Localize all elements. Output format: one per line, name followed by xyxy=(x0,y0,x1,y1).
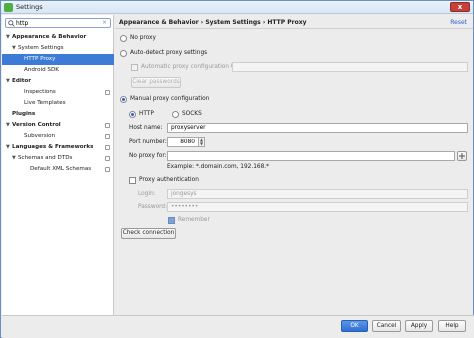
tree-item[interactable]: Plugins xyxy=(2,109,114,120)
android-studio-icon xyxy=(4,3,13,12)
tree-item[interactable]: ▼ Appearance & Behavior xyxy=(2,32,114,43)
tree-item-label: Subversion xyxy=(24,133,56,139)
password-label: Password: xyxy=(138,204,168,210)
no-proxy-for-label: No proxy for: xyxy=(129,153,167,159)
tree-item-label: Editor xyxy=(12,78,32,84)
port-number-field[interactable] xyxy=(167,137,199,147)
project-scope-icon xyxy=(105,90,110,95)
tree-item[interactable]: Default XML Schemas xyxy=(2,164,114,175)
dialog-footer: OK Cancel Apply Help xyxy=(2,316,474,338)
tree-item[interactable]: ▼ Schemas and DTDs xyxy=(2,153,114,164)
project-scope-icon xyxy=(105,134,110,139)
tree-item-label: Languages & Frameworks xyxy=(12,144,94,150)
remember-checkbox[interactable] xyxy=(168,217,175,224)
http-label: HTTP xyxy=(139,111,154,117)
tree-item[interactable]: Subversion xyxy=(2,131,114,142)
auto-config-url-checkbox[interactable] xyxy=(131,64,138,71)
header-divider xyxy=(115,28,473,29)
expand-field-icon[interactable] xyxy=(457,151,467,161)
title-bar: Settings x xyxy=(1,1,473,14)
close-button[interactable]: x xyxy=(450,2,470,12)
check-connection-button[interactable]: Check connection xyxy=(121,228,176,239)
reset-link[interactable]: Reset xyxy=(450,19,467,26)
tree-item-label: Plugins xyxy=(12,111,36,117)
project-scope-icon xyxy=(105,156,110,161)
auto-detect-label: Auto-detect proxy settings xyxy=(130,50,208,56)
search-field[interactable]: × xyxy=(5,18,111,28)
tree-item-label: Android SDK xyxy=(24,67,59,73)
tree-item-label: Version Control xyxy=(12,122,61,128)
tree-item[interactable]: ▼ Languages & Frameworks xyxy=(2,142,114,153)
breadcrumb: Appearance & Behavior › System Settings … xyxy=(119,19,307,26)
tree-item[interactable]: ▼ Editor xyxy=(2,76,114,87)
no-proxy-label: No proxy xyxy=(130,35,156,41)
help-button[interactable]: Help xyxy=(438,320,466,332)
cancel-button[interactable]: Cancel xyxy=(372,320,401,332)
tree-item-label: Inspections xyxy=(24,89,56,95)
tree-item-label: Live Templates xyxy=(24,100,66,106)
apply-button[interactable]: Apply xyxy=(405,320,433,332)
tree-item[interactable]: ▼ Version Control xyxy=(2,120,114,131)
auto-detect-radio[interactable] xyxy=(120,50,127,57)
search-input[interactable] xyxy=(16,19,100,27)
password-field[interactable] xyxy=(167,202,468,212)
search-icon xyxy=(8,20,15,27)
port-stepper-icon[interactable]: ▲ ▼ xyxy=(199,137,205,147)
proxy-auth-label: Proxy authentication xyxy=(139,177,199,183)
no-proxy-radio[interactable] xyxy=(120,35,127,42)
login-field[interactable] xyxy=(167,189,468,199)
tree-item[interactable]: Inspections xyxy=(2,87,114,98)
no-proxy-for-field[interactable] xyxy=(167,151,455,161)
project-scope-icon xyxy=(105,167,110,172)
settings-sidebar: × ▼Appearance & Behavior▼System Settings… xyxy=(2,15,114,315)
manual-proxy-radio[interactable] xyxy=(120,96,127,103)
tree-item-label: HTTP Proxy xyxy=(24,56,56,62)
proxy-auth-checkbox[interactable] xyxy=(129,177,136,184)
tree-item-label: System Settings xyxy=(18,45,64,51)
ok-button[interactable]: OK xyxy=(341,320,368,332)
tree-item[interactable]: HTTP Proxy xyxy=(2,54,114,65)
manual-proxy-label: Manual proxy configuration xyxy=(130,96,210,102)
host-name-label: Host name: xyxy=(129,125,163,131)
project-scope-icon xyxy=(105,123,110,128)
tree-item[interactable]: ▼ System Settings xyxy=(2,43,114,54)
window-title: Settings xyxy=(16,3,43,11)
settings-window: Settings x × ▼Appearance & Behavior▼Syst… xyxy=(0,0,474,338)
remember-label: Remember xyxy=(178,217,210,223)
tree-item[interactable]: Android SDK xyxy=(2,65,114,76)
tree-item-label: Appearance & Behavior xyxy=(12,34,87,40)
auto-config-url-field[interactable] xyxy=(232,62,468,72)
login-label: Login: xyxy=(138,191,156,197)
http-proxy-panel: Appearance & Behavior › System Settings … xyxy=(115,15,473,315)
socks-label: SOCKS xyxy=(182,111,202,117)
http-radio[interactable] xyxy=(129,111,136,118)
host-name-field[interactable] xyxy=(167,123,468,133)
auto-config-url-label: Automatic proxy configuration URL: xyxy=(141,64,245,70)
clear-search-icon[interactable]: × xyxy=(102,20,108,26)
socks-radio[interactable] xyxy=(172,111,179,118)
example-hint: Example: *.domain.com, 192.168.* xyxy=(167,164,270,170)
tree-item[interactable]: Live Templates xyxy=(2,98,114,109)
project-scope-icon xyxy=(105,145,110,150)
clear-passwords-button[interactable]: Clear passwords xyxy=(131,77,181,88)
port-number-label: Port number: xyxy=(129,139,167,145)
tree-item-label: Default XML Schemas xyxy=(30,166,92,172)
tree-item-label: Schemas and DTDs xyxy=(18,155,73,161)
